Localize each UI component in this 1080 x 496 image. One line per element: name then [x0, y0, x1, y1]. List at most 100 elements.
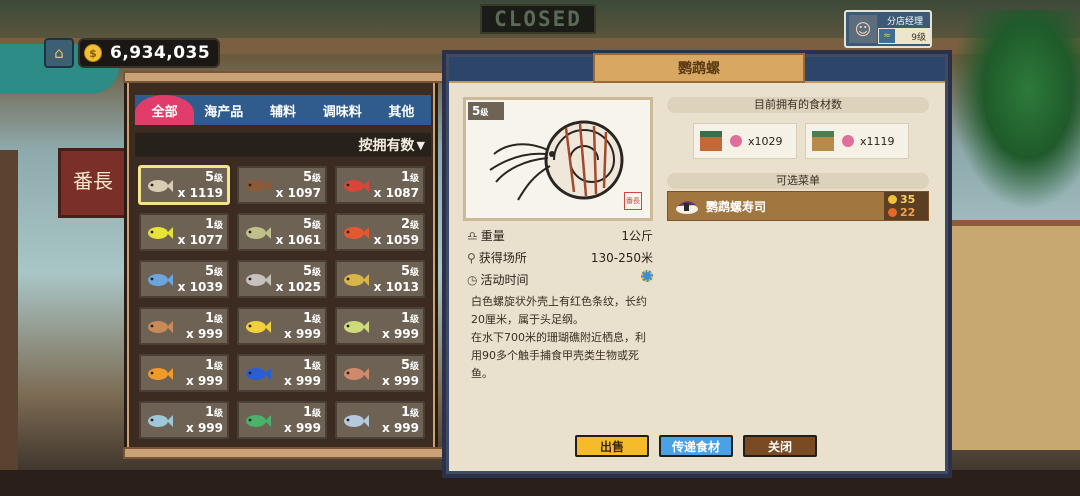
item-level: 5级 [302, 264, 321, 279]
item-count: x 1097 [275, 186, 321, 200]
yellow-fish-icon [145, 222, 175, 244]
day-night-icon [641, 270, 653, 282]
inventory-item[interactable]: 1级 x 1087 [335, 166, 425, 204]
manager-level-row: ≈ 9级 [878, 28, 930, 44]
action-buttons: 出售 传递食材 关闭 [449, 435, 945, 471]
angelfish-icon [341, 410, 371, 432]
item-count: x 1061 [275, 233, 321, 247]
palm-tree [950, 10, 1080, 210]
inventory-item[interactable]: 2级 x 1059 [335, 213, 425, 251]
flying-fish-icon [145, 269, 175, 291]
inventory-item[interactable]: 1级 x 999 [139, 401, 229, 439]
money-display: $ 6,934,035 [78, 38, 220, 68]
nautilus-icon [145, 175, 175, 197]
tab-seasoning[interactable]: 调味料 [313, 95, 372, 125]
sort-label: 按拥有数 [358, 138, 415, 154]
wood-post [0, 150, 18, 496]
rockfish-icon [243, 175, 273, 197]
inventory-item[interactable]: 1级 x 999 [335, 307, 425, 345]
inventory-item[interactable]: 5级 x 1013 [335, 260, 425, 298]
item-level: 5级 [302, 170, 321, 185]
location-pin-icon: ⚲ [467, 251, 476, 265]
money-value: 6,934,035 [110, 43, 211, 63]
location-label: 获得场所 [478, 251, 527, 265]
sort-dropdown[interactable]: 按拥有数 ▼ [135, 133, 431, 157]
closed-sign: CLOSED [480, 4, 596, 34]
item-count: x 999 [382, 421, 419, 435]
active-time-row: ◷ 活动时间 [467, 270, 653, 288]
menu-item-name: 鹦鹉螺寿司 [706, 199, 767, 214]
menu-item-nautilus-sushi[interactable]: 鹦鹉螺寿司 35 22 [667, 191, 929, 221]
inventory-item[interactable]: 1级 x 999 [139, 354, 229, 392]
item-description: 白色螺旋状外壳上有红色条纹，长约20厘米，属于头足纲。 在水下700米的珊瑚礁附… [471, 295, 647, 380]
blue-tang-icon [243, 363, 273, 385]
weight-row: ♎ 重量 1公斤 [467, 227, 653, 244]
inventory-item[interactable]: 1级 x 999 [237, 354, 327, 392]
gold-price: 35 [888, 193, 928, 206]
owned-box-boat-shop: x1119 [805, 123, 909, 159]
owned-count: x1119 [860, 134, 895, 148]
item-level: 1级 [302, 358, 321, 373]
inventory-panel: 全部 海产品 辅料 调味料 其他 按拥有数 ▼ 5级 x 1119 5级 x 1097… [123, 71, 445, 459]
scroll-rod-bottom [123, 447, 445, 459]
menu-header: 可选菜单 [667, 173, 929, 189]
item-level: 5级 [400, 264, 419, 279]
manager-badge[interactable]: ☺ 分店经理 ≈ 9级 [844, 10, 932, 48]
item-count: x 999 [186, 374, 223, 388]
tab-other[interactable]: 其他 [372, 95, 431, 125]
sell-button[interactable]: 出售 [575, 435, 649, 457]
coin-icon [888, 195, 897, 204]
yellowtail-icon [341, 316, 371, 338]
item-level: 5级 [204, 264, 223, 279]
inventory-item[interactable]: 1级 x 999 [335, 401, 425, 439]
item-level: 1级 [302, 311, 321, 326]
chevron-down-icon: ▼ [416, 138, 425, 152]
small-fish-icon [145, 316, 175, 338]
item-level: 1级 [400, 311, 419, 326]
shop-building [948, 220, 1080, 450]
item-level: 1级 [204, 358, 223, 373]
item-count: x 999 [382, 327, 419, 341]
send-ingredient-button[interactable]: 传递食材 [659, 435, 733, 457]
inventory-item[interactable]: 5级 x 999 [335, 354, 425, 392]
shop-kanban: 番長 [58, 148, 128, 218]
location-value: 130-250米 [590, 251, 653, 265]
fish-icon: ≈ [879, 29, 895, 43]
item-level: 1级 [204, 405, 223, 420]
inventory-item[interactable]: 5级 x 1025 [237, 260, 327, 298]
tab-ingredients[interactable]: 辅料 [253, 95, 312, 125]
grouper-icon [341, 222, 371, 244]
taste-value: 22 [888, 206, 928, 219]
inventory-item[interactable]: 5级 x 1097 [237, 166, 327, 204]
location-row: ⚲ 获得场所 130-250米 [467, 249, 653, 266]
seahorse-icon [341, 363, 371, 385]
parrotfish-icon [243, 410, 273, 432]
tab-all[interactable]: 全部 [135, 95, 195, 125]
item-count: x 1025 [275, 280, 321, 294]
weight-value: 1公斤 [621, 229, 653, 243]
mackerel-icon [145, 410, 175, 432]
artist-stamp: 番長 [624, 192, 642, 210]
home-icon[interactable]: ⌂ [44, 38, 74, 68]
clock-icon: ◷ [467, 273, 478, 287]
close-button[interactable]: 关闭 [743, 435, 817, 457]
squid-icon [243, 269, 273, 291]
tab-seafood[interactable]: 海产品 [194, 95, 253, 125]
inventory-item[interactable]: 5级 x 1039 [139, 260, 229, 298]
inventory-item[interactable]: 1级 x 1077 [139, 213, 229, 251]
inventory-item[interactable]: 1级 x 999 [237, 401, 327, 439]
weight-label: 重量 [480, 229, 505, 243]
item-level: 1级 [400, 405, 419, 420]
item-level: 1级 [204, 311, 223, 326]
manager-level: 9级 [911, 32, 926, 43]
meat-icon [730, 135, 742, 147]
goldfish-icon [145, 363, 175, 385]
inventory-item[interactable]: 1级 x 999 [237, 307, 327, 345]
item-level: 1级 [400, 170, 419, 185]
item-count: x 1077 [177, 233, 223, 247]
inventory-item[interactable]: 5级 x 1061 [237, 213, 327, 251]
inventory-item[interactable]: 5级 x 1119 [139, 166, 229, 204]
red-fish-icon [341, 175, 371, 197]
item-count: x 1059 [373, 233, 419, 247]
inventory-item[interactable]: 1级 x 999 [139, 307, 229, 345]
